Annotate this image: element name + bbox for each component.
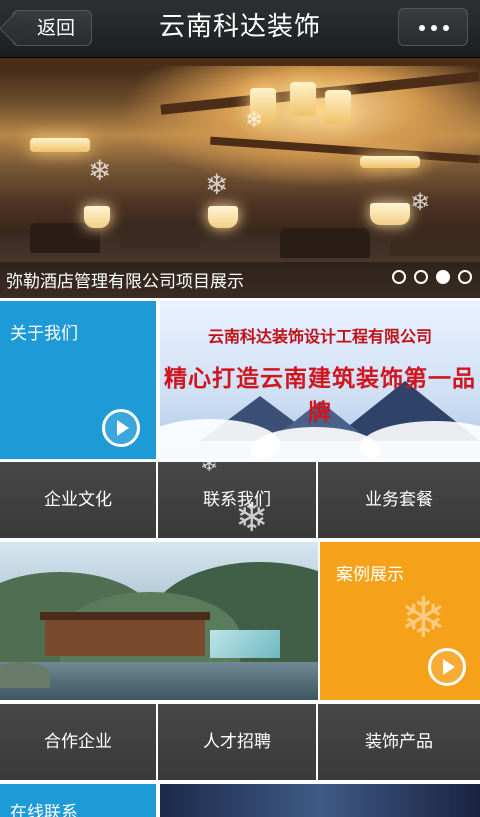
cases-label: 案例展示 bbox=[336, 565, 404, 585]
partners-label: 合作企业 bbox=[44, 732, 112, 752]
promo-banner[interactable]: 云南科达装饰设计工程有限公司 精心打造云南建筑装饰第一品牌 bbox=[160, 301, 480, 459]
snowflake-icon: ❄ bbox=[200, 452, 219, 477]
arrow-right-icon bbox=[428, 648, 466, 686]
products-label: 装饰产品 bbox=[365, 732, 433, 752]
partners-tile[interactable]: 合作企业 bbox=[0, 704, 156, 780]
service-package-label: 业务套餐 bbox=[365, 490, 433, 510]
arrow-right-icon bbox=[102, 409, 140, 447]
top-navigation-bar: 返回 云南科达装饰 bbox=[0, 0, 480, 58]
corporate-culture-label: 企业文化 bbox=[44, 490, 112, 510]
service-package-tile[interactable]: 业务套餐 bbox=[318, 462, 480, 538]
carousel-dot[interactable] bbox=[458, 270, 472, 284]
online-contact-tile[interactable]: 在线联系 bbox=[0, 784, 156, 817]
carousel-indicator[interactable] bbox=[392, 270, 472, 288]
banner-carousel[interactable]: ❄ ❄ ❄ ❄ 弥勒酒店管理有限公司项目展示 bbox=[0, 58, 480, 298]
snowflake-icon: ❄ bbox=[400, 586, 447, 651]
bottom-photo[interactable] bbox=[160, 784, 480, 817]
about-us-label: 关于我们 bbox=[10, 324, 78, 344]
recruitment-tile[interactable]: 人才招聘 bbox=[158, 704, 316, 780]
products-tile[interactable]: 装饰产品 bbox=[318, 704, 480, 780]
promo-slogan: 精心打造云南建筑装饰第一品牌 bbox=[164, 365, 476, 426]
recruitment-label: 人才招聘 bbox=[203, 732, 271, 752]
online-contact-label: 在线联系 bbox=[10, 803, 78, 817]
snowflake-icon: ❄ bbox=[205, 168, 229, 201]
back-button[interactable]: 返回 bbox=[12, 10, 92, 46]
page: 返回 云南科达装饰 ❄ ❄ ❄ ❄ 弥勒酒店管理有限公司项目展示 关于我们 云南… bbox=[0, 0, 480, 817]
snowflake-icon: ❄ bbox=[235, 495, 269, 541]
back-button-label: 返回 bbox=[36, 17, 75, 39]
banner-caption: 弥勒酒店管理有限公司项目展示 bbox=[6, 272, 244, 292]
carousel-dot[interactable] bbox=[392, 270, 406, 284]
cases-tile[interactable]: 案例展示 ❄ bbox=[320, 542, 480, 700]
more-button[interactable] bbox=[398, 8, 468, 46]
page-title: 云南科达装饰 bbox=[158, 12, 321, 42]
snowflake-icon: ❄ bbox=[245, 108, 264, 133]
snowflake-icon: ❄ bbox=[88, 154, 112, 187]
carousel-dot[interactable] bbox=[414, 270, 428, 284]
promo-company-name: 云南科达装饰设计工程有限公司 bbox=[207, 327, 432, 346]
snowflake-icon: ❄ bbox=[410, 188, 431, 216]
carousel-dot-active[interactable] bbox=[436, 270, 450, 284]
case-photo[interactable] bbox=[0, 542, 318, 700]
about-us-tile[interactable]: 关于我们 bbox=[0, 301, 156, 459]
corporate-culture-tile[interactable]: 企业文化 bbox=[0, 462, 156, 538]
